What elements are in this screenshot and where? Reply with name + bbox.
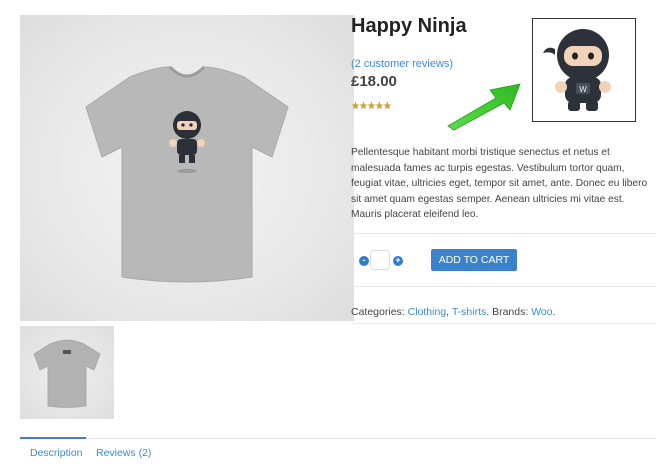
green-arrow-icon [447,83,521,131]
tab-description[interactable]: Description [30,447,83,459]
product-meta: Categories: Clothing, T-shirts. Brands: … [351,306,556,318]
tabs-divider [20,438,656,439]
brand-link-woo[interactable]: Woo [531,306,552,318]
product-price: £18.00 [351,73,397,90]
star-icon: ★ [374,101,384,112]
meta-end: . [552,306,556,318]
quantity-plus-button[interactable]: + [393,256,403,266]
tshirt-front-image [85,65,289,283]
divider [351,286,656,287]
quantity-minus-button[interactable]: - [359,256,369,266]
tab-reviews[interactable]: Reviews (2) [96,447,151,459]
product-description: Pellentesque habitant morbi tristique se… [351,147,648,220]
brands-label: . Brands: [486,306,529,318]
divider [351,233,656,234]
star-icon: ★ [366,101,376,112]
category-link-clothing[interactable]: Clothing [408,306,447,318]
categories-label: Categories: [351,306,405,318]
product-thumbnail[interactable] [20,326,114,419]
star-rating: ★★★★★ [351,101,392,113]
svg-text:W: W [579,85,587,94]
ninja-logo-icon: W [543,29,611,111]
category-link-tshirts[interactable]: T-shirts [452,306,486,318]
quantity-input[interactable] [370,250,390,270]
category-separator: , [446,306,450,318]
star-icon: ★ [382,101,392,112]
star-icon: ★ [358,101,368,112]
ninja-logo-image: W [532,18,636,122]
add-to-cart-button[interactable]: ADD TO CART [431,249,517,271]
main-product-image[interactable] [20,15,354,321]
tshirt-back-image [33,339,101,408]
divider [351,323,656,324]
active-tab-indicator [20,437,86,439]
star-icon: ★ [351,101,360,112]
customer-reviews-link[interactable]: (2 customer reviews) [351,58,453,70]
product-title: Happy Ninja [351,15,467,37]
